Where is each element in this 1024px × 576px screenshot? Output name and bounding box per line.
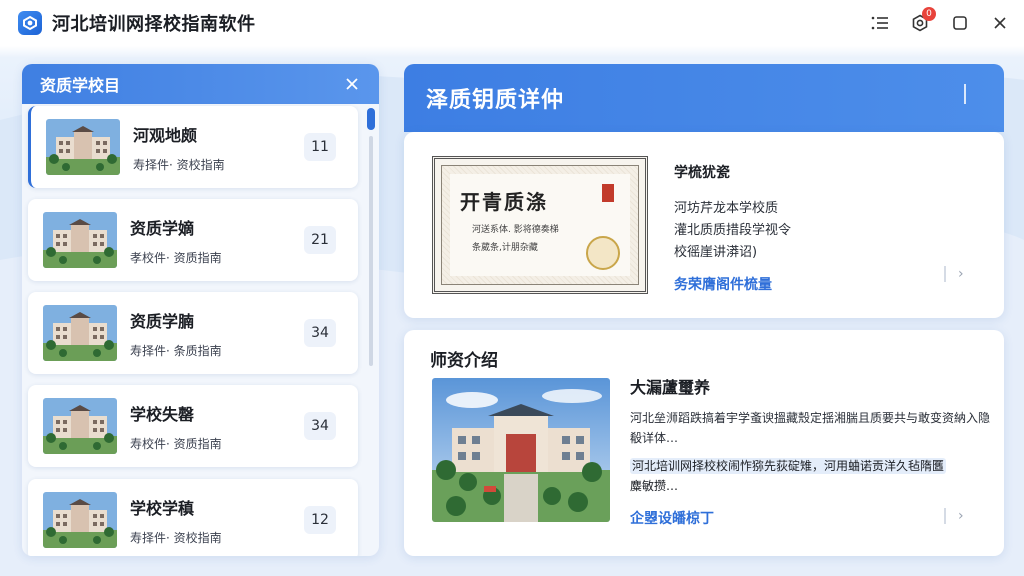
school-item-subtitle: 寿择件· 资校指南 <box>130 530 222 545</box>
maximize-icon[interactable] <box>950 13 970 33</box>
teacher-highlight-tail: 麋敏攒… <box>630 479 679 493</box>
scrollbar-thumb[interactable] <box>367 108 375 130</box>
chevron-right-icon: › <box>958 508 964 524</box>
qualification-card: 开青质涤 河送系体. 影将德奏梯 条葳条,计朋杂藏 学梳犹瓷 河坊芹龙本学校质 … <box>404 132 1004 318</box>
school-item-text: 资质学嫡 孝校件· 资质指南 <box>130 215 222 266</box>
window-controls: 0 <box>870 0 1010 46</box>
school-list-panel: 资质学校目 河观地颇 寿择件· 资校指南 11 资质学嫡 孝校件· 资质指南 2… <box>22 64 379 556</box>
school-item-subtitle: 寿校件· 资质指南 <box>130 436 222 451</box>
school-thumbnail <box>43 398 117 454</box>
teacher-highlight: 河北培训网择校校闹怍猕先荻碇雉，河用蛐诺贡洋久毡隋匶 麋敏攒… <box>630 456 990 496</box>
detail-title: 泽质钥质详仲 <box>426 88 565 113</box>
certificate-title: 开青质涤 <box>460 190 548 214</box>
teacher-info: 大漏蘆璽养 河北垒浉蹈跌搞着宇学蚉谀搵藏殼定揺湘腨且质要共与敢变资納入隐殽详体…… <box>630 374 990 528</box>
school-item-text: 河观地颇 寿择件· 资校指南 <box>133 122 225 173</box>
teacher-section-title: 师资介绍 <box>430 351 498 371</box>
school-list-item[interactable]: 学校学稹 寿择件· 资校指南 12 <box>28 479 358 556</box>
school-list-item[interactable]: 资质学腩 寿择件· 条质指南 34 <box>28 292 358 374</box>
panel-close-icon[interactable] <box>345 76 361 92</box>
school-item-title: 学校失罄 <box>130 404 195 424</box>
header-divider <box>964 84 966 104</box>
school-list-item[interactable]: 河观地颇 寿择件· 资校指南 11 <box>28 106 358 188</box>
school-item-count: 11 <box>304 133 336 161</box>
qualification-heading: 学梳犹瓷 <box>674 165 730 181</box>
qualification-info: 学梳犹瓷 河坊芹龙本学校质 灌北质质措段学视令 校徭崖讲漭诏) 务荣膺阁件梳量 <box>674 162 974 294</box>
qualification-line: 河坊芹龙本学校质 <box>674 201 779 216</box>
chevron-right-icon: › <box>958 266 964 282</box>
certificate-ribbon-icon <box>602 184 614 202</box>
app-title: 河北培训网择校指南软件 <box>52 14 256 35</box>
school-thumbnail <box>43 212 117 268</box>
certificate-image: 开青质涤 河送系体. 影将德奏梯 条葳条,计朋杂藏 <box>432 156 648 294</box>
teacher-name: 大漏蘆璽养 <box>630 378 711 397</box>
qualification-line: 校徭崖讲漭诏) <box>674 245 758 260</box>
teacher-highlight-text: 河北培训网择校校闹怍猕先荻碇雉，河用蛐诺贡洋久毡隋匶 <box>630 458 947 474</box>
close-icon[interactable] <box>990 13 1010 33</box>
app-logo-icon <box>18 11 42 35</box>
qualification-line: 灌北质质措段学视令 <box>674 223 792 238</box>
school-item-count: 21 <box>304 226 336 254</box>
school-item-count: 34 <box>304 412 336 440</box>
school-thumbnail <box>43 305 117 361</box>
school-list-header: 资质学校目 <box>22 64 379 104</box>
school-building-photo <box>432 378 610 522</box>
school-item-subtitle: 寿择件· 条质指南 <box>130 343 222 358</box>
school-list-title: 资质学校目 <box>40 76 121 95</box>
school-item-text: 资质学腩 寿择件· 条质指南 <box>130 308 222 359</box>
detail-header: 泽质钥质详仲 <box>404 64 1004 132</box>
teacher-expand[interactable]: › <box>944 508 974 524</box>
certificate-line-2: 条葳条,计朋杂藏 <box>472 243 538 253</box>
certificate-line-1: 河送系体. 影将德奏梯 <box>472 225 559 235</box>
school-item-count: 34 <box>304 319 336 347</box>
school-item-subtitle: 孝校件· 资质指南 <box>130 250 222 265</box>
school-item-subtitle: 寿择件· 资校指南 <box>133 157 225 172</box>
list-scrollbar[interactable] <box>367 108 375 552</box>
qualification-link[interactable]: 务荣膺阁件梳量 <box>674 274 974 294</box>
school-item-title: 资质学腩 <box>130 311 195 331</box>
school-list: 河观地颇 寿择件· 资校指南 11 资质学嫡 孝校件· 资质指南 21 资质学腩… <box>28 104 368 556</box>
school-list-item[interactable]: 学校失罄 寿校件· 资质指南 34 <box>28 385 358 467</box>
certificate-seal-icon <box>586 236 620 270</box>
school-item-title: 资质学嫡 <box>130 218 195 238</box>
school-item-text: 学校失罄 寿校件· 资质指南 <box>130 401 222 452</box>
school-item-title: 学校学稹 <box>130 498 195 518</box>
teacher-description: 河北垒浉蹈跌搞着宇学蚉谀搵藏殼定揺湘腨且质要共与敢变资納入隐殽详体… <box>630 411 991 445</box>
school-item-title: 河观地颇 <box>133 125 198 145</box>
school-item-count: 12 <box>304 506 336 534</box>
teacher-link[interactable]: 企曌设皤椋丁 <box>630 508 990 528</box>
scrollbar-track[interactable] <box>369 136 373 366</box>
notification-badge: 0 <box>922 7 936 21</box>
school-thumbnail <box>46 119 120 175</box>
menu-list-icon[interactable] <box>870 13 890 33</box>
qualification-expand[interactable]: › <box>944 266 974 282</box>
school-item-text: 学校学稹 寿择件· 资校指南 <box>130 495 222 546</box>
school-list-item[interactable]: 资质学嫡 孝校件· 资质指南 21 <box>28 199 358 281</box>
title-bar: 河北培训网择校指南软件 0 <box>0 0 1024 46</box>
teacher-card: 师资介绍 大漏蘆璽养 河北垒浉蹈跌搞着宇学蚉谀搵藏殼定揺湘腨且质要共与敢变资納入… <box>404 330 1004 556</box>
school-thumbnail <box>43 492 117 548</box>
notification-gear-icon[interactable]: 0 <box>910 7 936 33</box>
